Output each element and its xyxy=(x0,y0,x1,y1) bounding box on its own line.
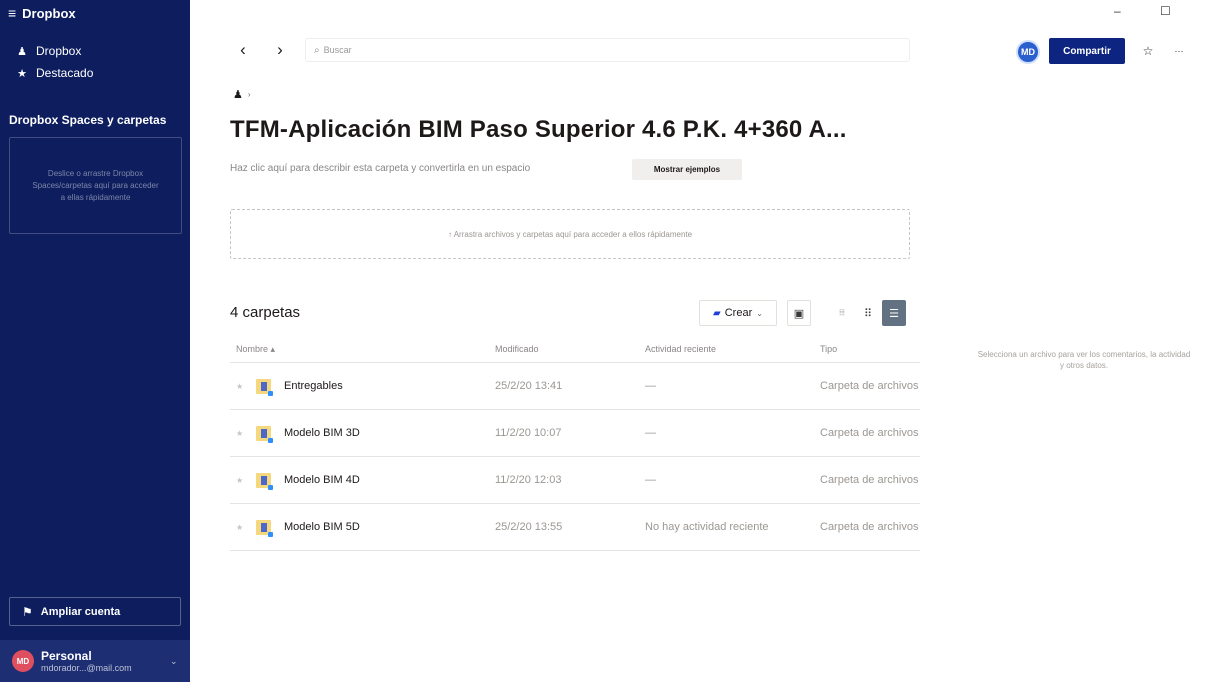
list-view-icon[interactable]: ☰ xyxy=(882,300,906,326)
shared-folder-icon xyxy=(256,470,274,490)
minimize-button[interactable]: – xyxy=(1114,4,1121,18)
column-header-activity[interactable]: Actividad reciente xyxy=(645,344,820,354)
account-info: Personal mdorador...@mail.com xyxy=(41,649,170,673)
table-row[interactable]: ★ Entregables 25/2/20 13:41 — Carpeta de… xyxy=(230,363,920,410)
sidebar-item-destacado[interactable]: ★ Destacado xyxy=(0,62,190,84)
shared-folder-icon xyxy=(256,376,274,396)
grid-view-icon[interactable]: ⠿ xyxy=(856,300,880,326)
column-header-modified[interactable]: Modificado xyxy=(495,344,645,354)
share-button[interactable]: Compartir xyxy=(1049,38,1125,64)
star-icon[interactable]: ★ xyxy=(236,382,256,391)
modified-date: 25/2/20 13:41 xyxy=(495,380,563,392)
breadcrumb: ♟ › xyxy=(233,88,251,101)
file-table: Nombre ▴ Modificado Actividad reciente T… xyxy=(230,336,920,551)
file-name[interactable]: Modelo BIM 4D xyxy=(284,474,360,486)
star-icon[interactable]: ★ xyxy=(236,429,256,438)
create-icon: ▰ xyxy=(713,307,721,319)
forward-button[interactable]: › xyxy=(271,40,289,60)
upgrade-account-button[interactable]: ⚑ Ampliar cuenta xyxy=(9,597,181,626)
drop-zone[interactable]: ↑ Arrastra archivos y carpetas aquí para… xyxy=(230,209,910,259)
create-label: Crear xyxy=(724,307,753,319)
account-name: Personal xyxy=(41,649,92,663)
more-options-icon[interactable]: ··· xyxy=(1166,38,1192,64)
star-icon[interactable]: ★ xyxy=(236,523,256,532)
table-row[interactable]: ★ Modelo BIM 3D 11/2/20 10:07 — Carpeta … xyxy=(230,410,920,457)
table-header: Nombre ▴ Modificado Actividad reciente T… xyxy=(230,336,920,363)
menu-icon[interactable]: ≡ xyxy=(8,5,16,21)
recent-activity: — xyxy=(645,427,656,439)
recent-activity: — xyxy=(645,380,656,392)
chevron-down-icon: ⌄ xyxy=(756,308,763,318)
page-title: TFM-Aplicación BIM Paso Superior 4.6 P.K… xyxy=(230,116,847,143)
sidebar-section-title: Dropbox Spaces y carpetas xyxy=(9,113,167,127)
info-panel-hint: Selecciona un archivo para ver los comen… xyxy=(977,350,1191,370)
table-row[interactable]: ★ Modelo BIM 5D 25/2/20 13:55 No hay act… xyxy=(230,504,920,551)
file-name[interactable]: Entregables xyxy=(284,380,343,392)
maximize-button[interactable]: ☐ xyxy=(1160,4,1171,18)
app-window: ≡ Dropbox ♟ Dropbox ★ Destacado Dropbox … xyxy=(0,0,1207,682)
search-bar[interactable]: ⌕ xyxy=(305,38,910,62)
file-name[interactable]: Modelo BIM 5D xyxy=(284,521,360,533)
star-icon[interactable]: ★ xyxy=(236,476,256,485)
folder-count: 4 carpetas xyxy=(230,304,301,321)
sidebar-drop-area[interactable]: Deslice o arrastre Dropbox Spaces/carpet… xyxy=(9,137,182,234)
flag-icon: ⚑ xyxy=(22,604,33,619)
avatar: MD xyxy=(12,650,34,672)
shared-folder-icon xyxy=(256,517,274,537)
sidebar-nav: ♟ Dropbox ★ Destacado xyxy=(0,40,190,84)
file-type: Carpeta de archivos xyxy=(820,521,919,533)
sidebar-item-dropbox[interactable]: ♟ Dropbox xyxy=(0,40,190,62)
sidebar-item-label: Dropbox xyxy=(36,44,82,58)
modified-date: 11/2/20 12:03 xyxy=(495,474,562,486)
file-name[interactable]: Modelo BIM 3D xyxy=(284,427,360,439)
folder-description[interactable]: Haz clic aquí para describir esta carpet… xyxy=(230,163,530,174)
recent-activity: No hay actividad reciente xyxy=(645,521,769,533)
sidebar-item-label: Destacado xyxy=(36,66,94,80)
app-title: Dropbox xyxy=(22,5,76,21)
chevron-right-icon: › xyxy=(247,90,251,99)
account-switcher[interactable]: MD Personal mdorador...@mail.com ⌄ xyxy=(0,640,190,682)
modified-date: 25/2/20 13:55 xyxy=(495,521,563,533)
search-icon: ⌕ xyxy=(314,44,320,56)
app-header: ≡ Dropbox xyxy=(0,0,190,26)
star-icon[interactable]: ☆ xyxy=(1135,38,1161,64)
modified-date: 11/2/20 10:07 xyxy=(495,427,562,439)
columns-view-icon[interactable]: ⦙⦙⦙ xyxy=(830,300,854,326)
user-icon[interactable]: ♟ xyxy=(233,88,243,101)
search-input[interactable] xyxy=(323,45,884,55)
show-examples-button[interactable]: Mostrar ejemplos xyxy=(632,159,742,180)
column-header-type[interactable]: Tipo xyxy=(820,344,920,354)
sidebar: ≡ Dropbox ♟ Dropbox ★ Destacado Dropbox … xyxy=(0,0,190,682)
back-button[interactable]: ‹ xyxy=(234,40,252,60)
file-type: Carpeta de archivos xyxy=(820,380,919,392)
upgrade-label: Ampliar cuenta xyxy=(40,605,121,618)
save-icon[interactable]: ▣ xyxy=(787,300,811,326)
chevron-down-icon: ⌄ xyxy=(170,655,178,666)
column-header-name[interactable]: Nombre ▴ xyxy=(230,344,495,355)
shared-folder-icon xyxy=(256,423,274,443)
user-icon: ♟ xyxy=(17,45,27,58)
star-icon: ★ xyxy=(17,67,27,80)
create-button[interactable]: ▰ Crear ⌄ xyxy=(699,300,777,326)
avatar[interactable]: MD xyxy=(1016,40,1040,64)
recent-activity: — xyxy=(645,474,656,486)
table-row[interactable]: ★ Modelo BIM 4D 11/2/20 12:03 — Carpeta … xyxy=(230,457,920,504)
file-type: Carpeta de archivos xyxy=(820,474,919,486)
account-email: mdorador...@mail.com xyxy=(41,663,132,673)
file-type: Carpeta de archivos xyxy=(820,427,919,439)
